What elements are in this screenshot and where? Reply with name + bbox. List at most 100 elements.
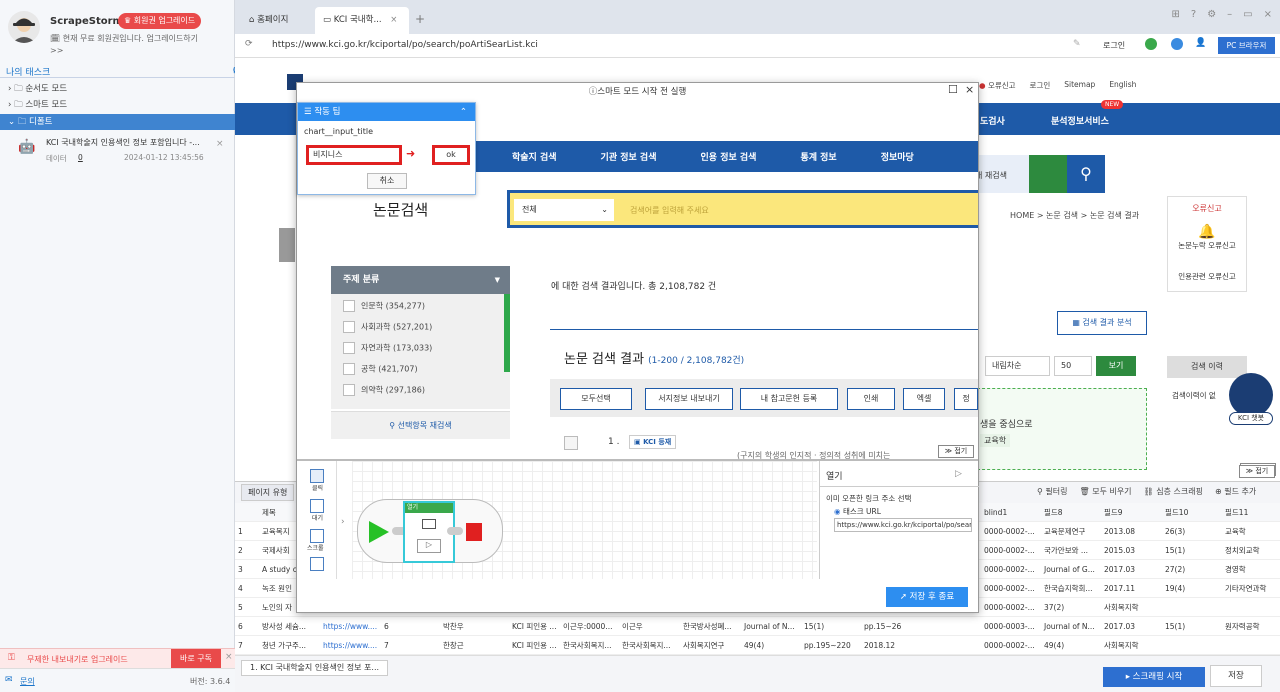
window-close-icon[interactable]: × — [1264, 9, 1272, 20]
category-checkbox[interactable] — [343, 321, 355, 333]
nav-journal-search[interactable]: 학술지 검색 — [512, 150, 557, 163]
category-checkbox[interactable] — [343, 300, 355, 312]
table-row[interactable]: 6 방사성 세슘... https://www.... 6 박찬우 KCI 피인용 ...… — [235, 617, 1280, 636]
table-header-cell[interactable] — [235, 503, 259, 522]
tree-item-smart[interactable]: › 🗀 스마트 모드 — [0, 97, 235, 113]
category-item[interactable]: 사회과학 (527,201) — [343, 321, 432, 333]
deep-scrape-button[interactable]: ⛓ 심층 스크래핑 — [1144, 486, 1203, 497]
table-row[interactable]: 7 청년 가구주... https://www.... 7 한창근 KCI 피인용 ...… — [235, 636, 1280, 655]
minimize-icon[interactable]: – — [1227, 9, 1232, 20]
nav-right-1[interactable]: 도검사 — [980, 114, 1005, 127]
table-header-cell[interactable]: 필드11 — [1222, 503, 1280, 522]
right-error-1[interactable]: 논문누락 오류신고 — [1168, 240, 1246, 251]
cancel-button[interactable]: 취소 — [367, 173, 407, 189]
nav-institution-search[interactable]: 기관 정보 검색 — [601, 150, 657, 163]
tab-kci[interactable]: ▭ KCI 국내학... × — [315, 7, 409, 34]
task-tab[interactable]: 1. KCI 국내학술지 인용색인 정보 포... — [241, 660, 389, 676]
table-header-cell[interactable]: 필드8 — [1041, 503, 1101, 522]
clear-all-button[interactable]: 🗑 모두 비우기 — [1080, 486, 1132, 497]
modal-maximize-icon[interactable]: ☐ — [948, 83, 958, 96]
nav-right-2[interactable]: 분석정보서비스 — [1051, 114, 1109, 127]
analysis-button[interactable]: ▦ 검색 결과 분석 — [1057, 311, 1147, 335]
result-tool-button[interactable]: 모두선택 — [560, 388, 632, 410]
tip-input[interactable]: 비지니스 — [306, 145, 402, 165]
table-header-cell[interactable]: 필드10 — [1162, 503, 1222, 522]
reload-icon[interactable]: ⟳ — [245, 39, 253, 49]
restore-icon[interactable]: ▭ — [1243, 9, 1252, 20]
category-item[interactable]: 의약학 (297,186) — [343, 384, 425, 396]
nav-statistics[interactable]: 통계 정보 — [800, 150, 836, 163]
modal-close-icon[interactable]: × — [965, 83, 974, 96]
tab-home[interactable]: ⌂ 홈페이지 — [241, 7, 296, 34]
tab-close-icon[interactable]: × — [390, 15, 397, 25]
user-avatar[interactable] — [8, 11, 40, 43]
category-scrollbar[interactable] — [504, 294, 510, 372]
help-link[interactable]: 문의 — [20, 676, 35, 687]
scroll-tool-icon[interactable] — [310, 529, 324, 543]
item-checkbox[interactable] — [564, 436, 578, 450]
nav-info[interactable]: 정보마당 — [881, 150, 914, 163]
settings-icon[interactable]: ⚙ — [1207, 9, 1216, 20]
search-icon[interactable]: ⚲ — [1067, 155, 1105, 193]
panel-radio[interactable]: ◉ 태스크 URL — [834, 506, 881, 517]
category-checkbox[interactable] — [343, 342, 355, 354]
ok-button[interactable]: ok — [432, 145, 470, 165]
click-tool-icon[interactable] — [310, 469, 324, 483]
start-scraping-button[interactable]: ▸ 스크래핑 시작 — [1103, 667, 1205, 687]
sort-select[interactable]: 내림차순 — [985, 356, 1050, 376]
category-checkbox[interactable] — [343, 384, 355, 396]
save-exit-button[interactable]: ➚ 저장 후 종료 — [886, 587, 968, 607]
side-tab[interactable] — [279, 228, 295, 262]
top-link-english[interactable]: English — [1109, 80, 1136, 91]
category-checkbox[interactable] — [343, 363, 355, 375]
category-item[interactable]: 공학 (421,707) — [343, 363, 418, 375]
edit-icon[interactable]: ✎ — [1073, 39, 1081, 49]
panel-url-field[interactable]: https://www.kci.go.kr/kciportal/po/sear — [834, 518, 972, 532]
task-item[interactable]: 🤖 KCI 국내학술지 인용색인 정보 포함입니다 -... 데이터 0 202… — [18, 133, 228, 167]
url-field[interactable]: https://www.kci.go.kr/kciportal/po/searc… — [272, 40, 538, 50]
filter-button[interactable]: ⚲ 필터링 — [1037, 486, 1068, 497]
category-search-button[interactable]: ⚲ 선택항목 재검색 — [331, 411, 510, 439]
search-category-select[interactable]: 전체 ⌄ — [514, 199, 614, 221]
result-tool-button[interactable]: 엑셀 — [903, 388, 945, 410]
panel-play-icon[interactable]: ▷ — [955, 469, 962, 479]
user-icon[interactable]: 👤 — [1195, 38, 1206, 48]
close-icon[interactable]: × — [216, 139, 224, 149]
task-count[interactable]: 0 — [78, 153, 83, 162]
status-icon[interactable] — [1145, 38, 1157, 50]
tree-item-default[interactable]: ⌄ 🗀 디폴트 — [0, 114, 235, 130]
result-tool-button[interactable]: 인쇄 — [847, 388, 895, 410]
table-header-cell[interactable]: 필드9 — [1101, 503, 1162, 522]
table-header-cell[interactable]: blind1 — [981, 503, 1041, 522]
page-type-tab[interactable]: 페이지 유형 — [241, 484, 295, 501]
search-input[interactable]: 검색어를 입력해 주세요 — [630, 205, 709, 216]
fold-button[interactable]: ≫ 접기 — [938, 445, 974, 458]
right-error-2[interactable]: 인용관련 오류신고 — [1168, 271, 1246, 282]
result-tool-button[interactable]: 서지정보 내보내기 — [645, 388, 733, 410]
subscribe-button[interactable]: 바로 구독 — [171, 649, 221, 668]
wait-tool-icon[interactable] — [310, 499, 324, 513]
result-tool-button[interactable]: 정 — [954, 388, 978, 410]
result-tool-button[interactable]: 내 참고문헌 등록 — [740, 388, 838, 410]
chatbot-icon[interactable] — [1229, 373, 1273, 417]
browser-mode-select[interactable]: PC 브라우저 — [1218, 37, 1275, 54]
keyboard-icon[interactable] — [1029, 155, 1067, 193]
tree-item-flowchart[interactable]: › 🗀 순서도 모드 — [0, 81, 235, 97]
extension-icon[interactable]: ⊞ — [1171, 9, 1179, 20]
more-link[interactable]: >> — [50, 46, 63, 55]
category-item[interactable]: 자연과학 (173,033) — [343, 342, 432, 354]
top-link-login[interactable]: 로그인 — [1030, 80, 1051, 91]
free-plan-notice[interactable]: 🗓 현재 무료 회원권입니다. 업그레이드하기 — [50, 33, 198, 44]
page-size-select[interactable]: 50 — [1054, 356, 1092, 376]
nav-citation-search[interactable]: 인용 정보 검색 — [701, 150, 757, 163]
top-link-error[interactable]: ● 오류신고 — [979, 80, 1016, 91]
fold-button-3[interactable]: ≫ 접기 — [1239, 465, 1275, 478]
collapse-icon[interactable]: ⌃ — [460, 103, 467, 121]
research-label[interactable]: 내 재검색 — [975, 170, 1007, 181]
new-tab-icon[interactable]: + — [415, 12, 425, 26]
view-button[interactable]: 보기 — [1096, 356, 1136, 376]
upgrade-badge[interactable]: ♛ 회원권 업그레이드 — [118, 13, 202, 29]
chatbot-label[interactable]: KCI 챗봇 — [1229, 412, 1273, 425]
play-icon[interactable]: ▷ — [417, 539, 441, 553]
help-circle-icon[interactable]: ? — [1191, 9, 1196, 20]
